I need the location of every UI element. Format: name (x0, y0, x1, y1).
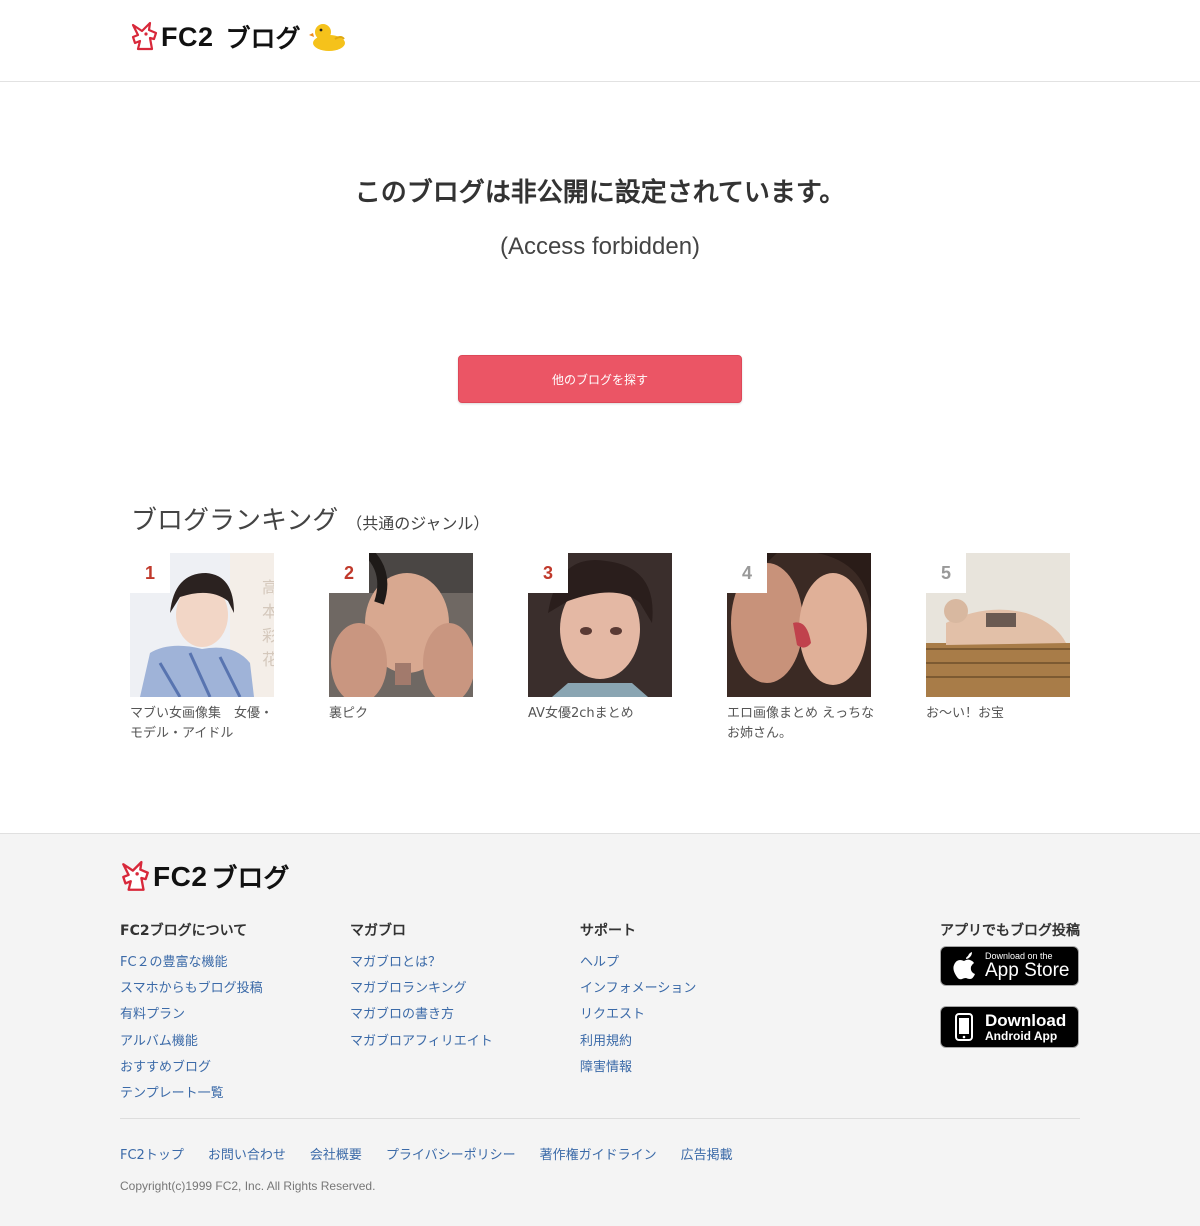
ranking-blog-name[interactable]: 裏ピク (329, 704, 477, 724)
ranking-blog-name[interactable]: AV女優2chまとめ (528, 704, 676, 724)
footer-link[interactable]: 障害情報 (580, 1055, 696, 1081)
footer-column-title: マガブロ (350, 923, 406, 939)
fc2-unicorn-icon (131, 21, 158, 51)
rank-number: 5 (926, 553, 966, 593)
ranking-heading: ブログランキング （共通のジャンル） (131, 500, 489, 537)
svg-text:彩: 彩 (262, 626, 274, 645)
rank-number: 2 (329, 553, 369, 593)
ranking-item[interactable]: 3 AV女優2chまとめ (528, 553, 678, 724)
footer-link[interactable]: 有料プラン (120, 1002, 263, 1028)
app-store-big-text: App Store (985, 960, 1070, 981)
ranking-thumbnail[interactable]: 2 (329, 553, 473, 697)
ranking-blog-name[interactable]: マブい女画像集 女優・モデル・アイドル (130, 704, 278, 744)
ranking-item[interactable]: 4 エロ画像まとめ えっちなお姉さん。 (727, 553, 877, 744)
duck-icon (308, 24, 345, 51)
footer-link[interactable]: 利用規約 (580, 1029, 696, 1055)
copyright-text: Copyright(c)1999 FC2, Inc. All Rights Re… (120, 1179, 376, 1193)
fc2-blog-logo[interactable]: FC2 ブログ (130, 19, 347, 55)
ranking-thumbnail[interactable]: 5 (926, 553, 1070, 697)
footer-link[interactable]: アルバム機能 (120, 1029, 263, 1055)
footer-link[interactable]: リクエスト (580, 1002, 696, 1028)
svg-text:高: 高 (262, 578, 274, 597)
logo-blog-text: ブログ (225, 24, 301, 53)
footer-bottom-link[interactable]: FC2トップ (120, 1144, 184, 1163)
rank-number: 3 (528, 553, 568, 593)
logo-blog-text: ブログ (211, 864, 290, 894)
ranking-thumbnail[interactable]: 3 (528, 553, 672, 697)
ranking-item[interactable]: 高 本 彩 花 1 マブい女画像集 女優・モデル・アイドル (130, 553, 280, 744)
site-header: FC2 ブログ (0, 0, 1200, 82)
android-big-text: Download (985, 1010, 1067, 1030)
svg-text:本: 本 (262, 602, 274, 621)
apple-icon (953, 952, 975, 980)
footer-link[interactable]: マガブロとは？ (350, 950, 493, 976)
footer-link[interactable]: マガブロランキング (350, 976, 493, 1002)
ranking-item[interactable]: 5 お〜い！お宝 (926, 553, 1076, 724)
footer-link[interactable]: FC２の豊富な機能 (120, 950, 263, 976)
private-blog-message: このブログは非公開に設定されています。 (354, 178, 846, 208)
footer-bottom-link[interactable]: 著作権ガイドライン (540, 1144, 657, 1163)
footer-link[interactable]: おすすめブログ (120, 1055, 263, 1081)
fc2-unicorn-icon (122, 860, 149, 891)
ranking-blog-name[interactable]: エロ画像まとめ えっちなお姉さん。 (727, 704, 875, 744)
footer-link[interactable]: ヘルプ (580, 950, 696, 976)
ranking-item[interactable]: 2 裏ピク (329, 553, 479, 724)
footer-link[interactable]: インフォメーション (580, 976, 696, 1002)
footer-link[interactable]: マガブロの書き方 (350, 1002, 493, 1028)
logo-fc2-text: FC2 (153, 860, 208, 892)
rank-number: 1 (130, 553, 170, 593)
footer-column-about: FC2ブログについて FC２の豊富な機能 スマホからもブログ投稿 有料プラン ア… (120, 920, 263, 1107)
find-other-blogs-button[interactable]: 他のブログを探す (458, 355, 742, 403)
footer-link[interactable]: マガブロアフィリエイト (350, 1029, 493, 1055)
footer-fc2-blog-logo[interactable]: FC2 ブログ (120, 858, 289, 895)
ranking-blog-name[interactable]: お〜い！お宝 (926, 704, 1074, 724)
android-small-text: Android App (985, 1028, 1058, 1043)
footer-bottom-link[interactable]: プライバシーポリシー (386, 1144, 516, 1163)
footer-bottom-link[interactable]: 会社概要 (310, 1144, 362, 1163)
svg-text:花: 花 (262, 650, 274, 669)
footer-column-title: サポート (580, 923, 636, 939)
smartphone-icon (955, 1013, 973, 1041)
logo-fc2-text: FC2 (161, 21, 214, 52)
footer-column-title: FC2ブログについて (120, 923, 248, 939)
ranking-thumbnail[interactable]: 高 本 彩 花 1 (130, 553, 274, 697)
footer-link[interactable]: テンプレート一覧 (120, 1081, 263, 1107)
footer-divider (120, 1118, 1080, 1119)
android-app-badge[interactable]: Download Android App (940, 1006, 1079, 1048)
ranking-thumbnail[interactable]: 4 (727, 553, 871, 697)
rank-number: 4 (727, 553, 767, 593)
ranking-title: ブログランキング (131, 506, 339, 536)
site-footer: FC2 ブログ FC2ブログについて FC２の豊富な機能 スマホからもブログ投稿… (0, 833, 1200, 1226)
footer-bottom-nav: FC2トップ お問い合わせ 会社概要 プライバシーポリシー 著作権ガイドライン … (120, 1144, 757, 1163)
footer-column-magablo: マガブロ マガブロとは？ マガブロランキング マガブロの書き方 マガブロアフィリ… (350, 920, 493, 1055)
app-section-title: アプリでもブログ投稿 (940, 923, 1080, 939)
ranking-genre: （共通のジャンル） (346, 514, 490, 533)
app-store-badge[interactable]: Download on the App Store (940, 946, 1079, 986)
footer-bottom-link[interactable]: 広告掲載 (681, 1144, 733, 1163)
footer-column-support: サポート ヘルプ インフォメーション リクエスト 利用規約 障害情報 (580, 920, 696, 1081)
access-forbidden-text: (Access forbidden) (499, 233, 701, 260)
footer-link[interactable]: スマホからもブログ投稿 (120, 976, 263, 1002)
footer-bottom-link[interactable]: お問い合わせ (208, 1144, 286, 1163)
